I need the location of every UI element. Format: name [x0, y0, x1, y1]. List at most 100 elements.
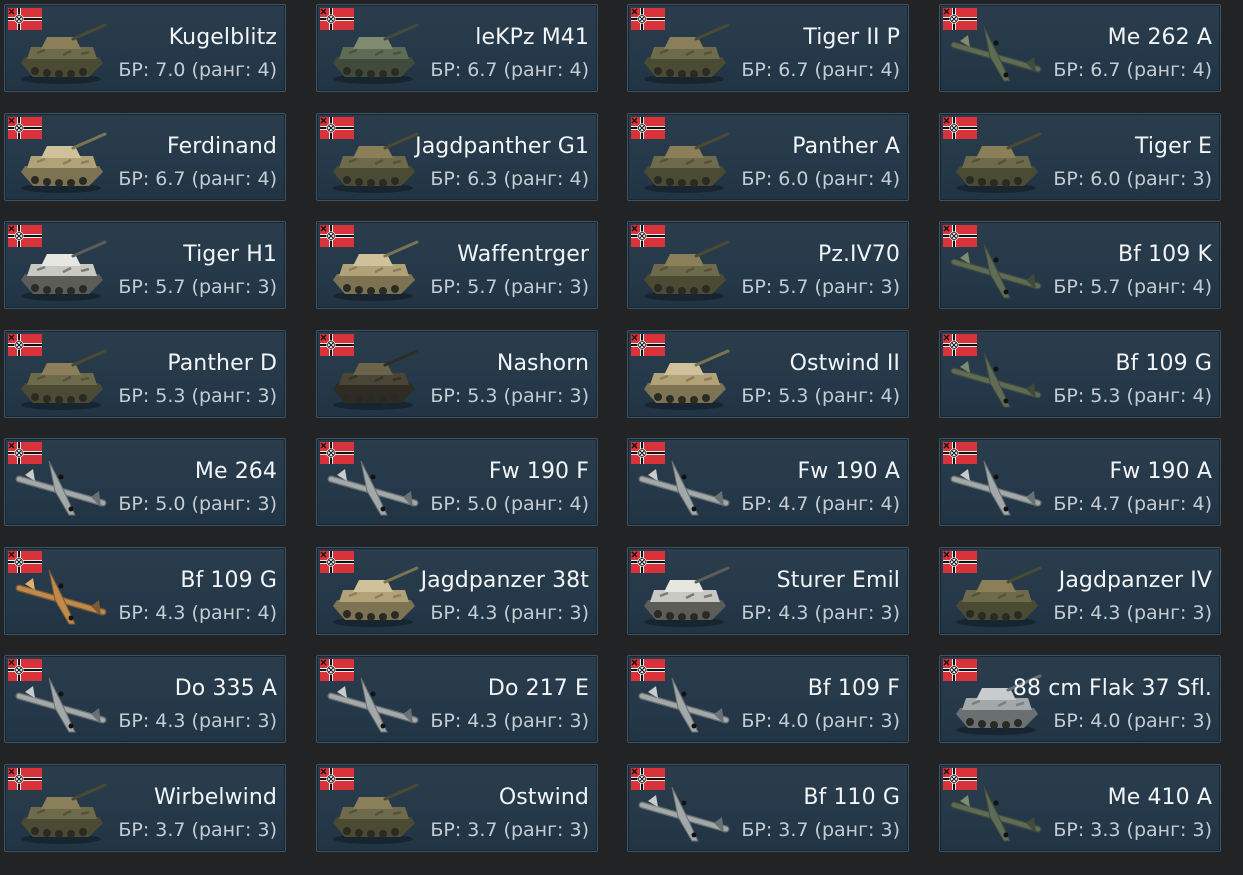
- vehicle-br-rank: БР: 4.7 (ранг: 4): [1053, 493, 1212, 515]
- vehicle-card-kugelblitz[interactable]: Kugelblitz БР: 7.0 (ранг: 4): [4, 4, 286, 92]
- vehicle-br-rank: БР: 4.3 (ранг: 3): [741, 602, 900, 624]
- german-war-flag-icon: [8, 551, 42, 573]
- vehicle-name: Me 264: [194, 459, 277, 484]
- german-war-flag-icon: [8, 225, 42, 247]
- vehicle-name: Jagdpanzer 38t: [420, 568, 589, 593]
- german-war-flag-icon: [943, 659, 977, 681]
- german-war-flag-icon: [943, 551, 977, 573]
- german-war-flag-icon: [631, 442, 665, 464]
- german-war-flag-icon: [943, 768, 977, 790]
- vehicle-name: Bf 109 K: [1117, 242, 1212, 267]
- vehicle-br-rank: БР: 4.0 (ранг: 3): [741, 710, 900, 732]
- german-war-flag-icon: [943, 442, 977, 464]
- vehicle-name: Bf 109 G: [180, 568, 277, 593]
- vehicle-br-rank: БР: 4.3 (ранг: 3): [430, 602, 589, 624]
- vehicle-br-rank: БР: 6.0 (ранг: 3): [1053, 168, 1212, 190]
- vehicle-card-do-217-e[interactable]: Do 217 E БР: 4.3 (ранг: 3): [316, 655, 598, 743]
- german-war-flag-icon: [320, 768, 354, 790]
- vehicle-name: Tiger H1: [183, 242, 277, 267]
- german-war-flag-icon: [320, 225, 354, 247]
- german-war-flag-icon: [631, 334, 665, 356]
- vehicle-card-sturer-emil[interactable]: Sturer Emil БР: 4.3 (ранг: 3): [627, 547, 909, 635]
- vehicle-card-bf-109-f[interactable]: Bf 109 F БР: 4.0 (ранг: 3): [627, 655, 909, 743]
- vehicle-card-wirbelwind[interactable]: Wirbelwind БР: 3.7 (ранг: 3): [4, 764, 286, 852]
- vehicle-card-jagdpanzer-38t[interactable]: Jagdpanzer 38t БР: 4.3 (ранг: 3): [316, 547, 598, 635]
- vehicle-name: Panther D: [167, 351, 277, 376]
- vehicle-name: Pz.IV70: [817, 242, 900, 267]
- german-war-flag-icon: [943, 117, 977, 139]
- vehicle-name: Bf 110 G: [803, 785, 900, 810]
- vehicle-name: Wirbelwind: [153, 785, 277, 810]
- german-war-flag-icon: [8, 768, 42, 790]
- vehicle-name: Tiger E: [1134, 134, 1212, 159]
- vehicle-name: Me 410 A: [1107, 785, 1212, 810]
- german-war-flag-icon: [8, 442, 42, 464]
- german-war-flag-icon: [8, 117, 42, 139]
- vehicle-name: Bf 109 F: [807, 676, 900, 701]
- vehicle-br-rank: БР: 5.0 (ранг: 4): [430, 493, 589, 515]
- vehicle-card-pz-iv70[interactable]: Pz.IV70 БР: 5.7 (ранг: 3): [627, 221, 909, 309]
- vehicle-card-jagdpanther-g1[interactable]: Jagdpanther G1 БР: 6.3 (ранг: 4): [316, 113, 598, 201]
- german-war-flag-icon: [631, 117, 665, 139]
- german-war-flag-icon: [943, 225, 977, 247]
- vehicle-card-bf-109-g[interactable]: Bf 109 G БР: 4.3 (ранг: 4): [4, 547, 286, 635]
- vehicle-br-rank: БР: 6.7 (ранг: 4): [741, 59, 900, 81]
- vehicle-card-fw-190-f[interactable]: Fw 190 F БР: 5.0 (ранг: 4): [316, 438, 598, 526]
- vehicle-name: Fw 190 A: [797, 459, 900, 484]
- vehicle-card-88-cm-flak-37-sfl[interactable]: 88 cm Flak 37 Sfl. БР: 4.0 (ранг: 3): [939, 655, 1221, 743]
- vehicle-card-ferdinand[interactable]: Ferdinand БР: 6.7 (ранг: 4): [4, 113, 286, 201]
- german-war-flag-icon: [320, 334, 354, 356]
- vehicle-card-me-262-a[interactable]: Me 262 A БР: 6.7 (ранг: 4): [939, 4, 1221, 92]
- vehicle-br-rank: БР: 5.7 (ранг: 3): [741, 276, 900, 298]
- vehicle-name: leKPz M41: [475, 25, 589, 50]
- vehicle-br-rank: БР: 4.3 (ранг: 3): [118, 710, 277, 732]
- vehicle-card-panther-d[interactable]: Panther D БР: 5.3 (ранг: 3): [4, 330, 286, 418]
- vehicle-card-waffentrger[interactable]: Waffentrger БР: 5.7 (ранг: 3): [316, 221, 598, 309]
- vehicle-name: Jagdpanther G1: [415, 134, 589, 159]
- vehicle-br-rank: БР: 4.0 (ранг: 3): [1053, 710, 1212, 732]
- vehicle-card-me-264[interactable]: Me 264 БР: 5.0 (ранг: 3): [4, 438, 286, 526]
- vehicle-br-rank: БР: 4.3 (ранг: 4): [118, 602, 277, 624]
- vehicle-card-tiger-ii-p[interactable]: Tiger II P БР: 6.7 (ранг: 4): [627, 4, 909, 92]
- vehicle-card-bf-109-k[interactable]: Bf 109 K БР: 5.7 (ранг: 4): [939, 221, 1221, 309]
- vehicle-br-rank: БР: 5.3 (ранг: 3): [430, 385, 589, 407]
- german-war-flag-icon: [8, 334, 42, 356]
- vehicle-card-fw-190-a[interactable]: Fw 190 A БР: 4.7 (ранг: 4): [939, 438, 1221, 526]
- vehicle-card-bf-110-g[interactable]: Bf 110 G БР: 3.7 (ранг: 3): [627, 764, 909, 852]
- vehicle-card-tiger-e[interactable]: Tiger E БР: 6.0 (ранг: 3): [939, 113, 1221, 201]
- vehicle-name: Fw 190 F: [488, 459, 589, 484]
- vehicle-card-tiger-h1[interactable]: Tiger H1 БР: 5.7 (ранг: 3): [4, 221, 286, 309]
- vehicle-card-fw-190-a[interactable]: Fw 190 A БР: 4.7 (ранг: 4): [627, 438, 909, 526]
- vehicle-card-bf-109-g[interactable]: Bf 109 G БР: 5.3 (ранг: 4): [939, 330, 1221, 418]
- vehicle-br-rank: БР: 3.7 (ранг: 3): [118, 819, 277, 841]
- vehicle-card-ostwind-ii[interactable]: Ostwind II БР: 5.3 (ранг: 4): [627, 330, 909, 418]
- vehicle-name: Kugelblitz: [168, 25, 277, 50]
- vehicle-name: Fw 190 A: [1109, 459, 1212, 484]
- german-war-flag-icon: [943, 8, 977, 30]
- vehicle-name: Nashorn: [496, 351, 589, 376]
- vehicle-br-rank: БР: 4.7 (ранг: 4): [741, 493, 900, 515]
- vehicle-br-rank: БР: 5.7 (ранг: 3): [118, 276, 277, 298]
- vehicle-card-nashorn[interactable]: Nashorn БР: 5.3 (ранг: 3): [316, 330, 598, 418]
- vehicle-name: Waffentrger: [457, 242, 589, 267]
- vehicle-card-jagdpanzer-iv[interactable]: Jagdpanzer IV БР: 4.3 (ранг: 3): [939, 547, 1221, 635]
- german-war-flag-icon: [631, 225, 665, 247]
- vehicle-br-rank: БР: 3.7 (ранг: 3): [430, 819, 589, 841]
- vehicle-br-rank: БР: 5.3 (ранг: 3): [118, 385, 277, 407]
- vehicle-card-panther-a[interactable]: Panther A БР: 6.0 (ранг: 4): [627, 113, 909, 201]
- vehicle-name: Ostwind II: [789, 351, 900, 376]
- german-war-flag-icon: [8, 8, 42, 30]
- vehicle-name: Panther A: [792, 134, 900, 159]
- vehicle-card-do-335-a[interactable]: Do 335 A БР: 4.3 (ранг: 3): [4, 655, 286, 743]
- vehicle-br-rank: БР: 7.0 (ранг: 4): [118, 59, 277, 81]
- vehicle-card-me-410-a[interactable]: Me 410 A БР: 3.3 (ранг: 3): [939, 764, 1221, 852]
- vehicle-br-rank: БР: 6.7 (ранг: 4): [118, 168, 277, 190]
- german-war-flag-icon: [320, 442, 354, 464]
- vehicle-br-rank: БР: 3.3 (ранг: 3): [1053, 819, 1212, 841]
- german-war-flag-icon: [631, 551, 665, 573]
- vehicle-br-rank: БР: 5.3 (ранг: 4): [741, 385, 900, 407]
- vehicle-card-lekpz-m41[interactable]: leKPz M41 БР: 6.7 (ранг: 4): [316, 4, 598, 92]
- vehicle-br-rank: БР: 6.0 (ранг: 4): [741, 168, 900, 190]
- german-war-flag-icon: [631, 659, 665, 681]
- vehicle-card-ostwind[interactable]: Ostwind БР: 3.7 (ранг: 3): [316, 764, 598, 852]
